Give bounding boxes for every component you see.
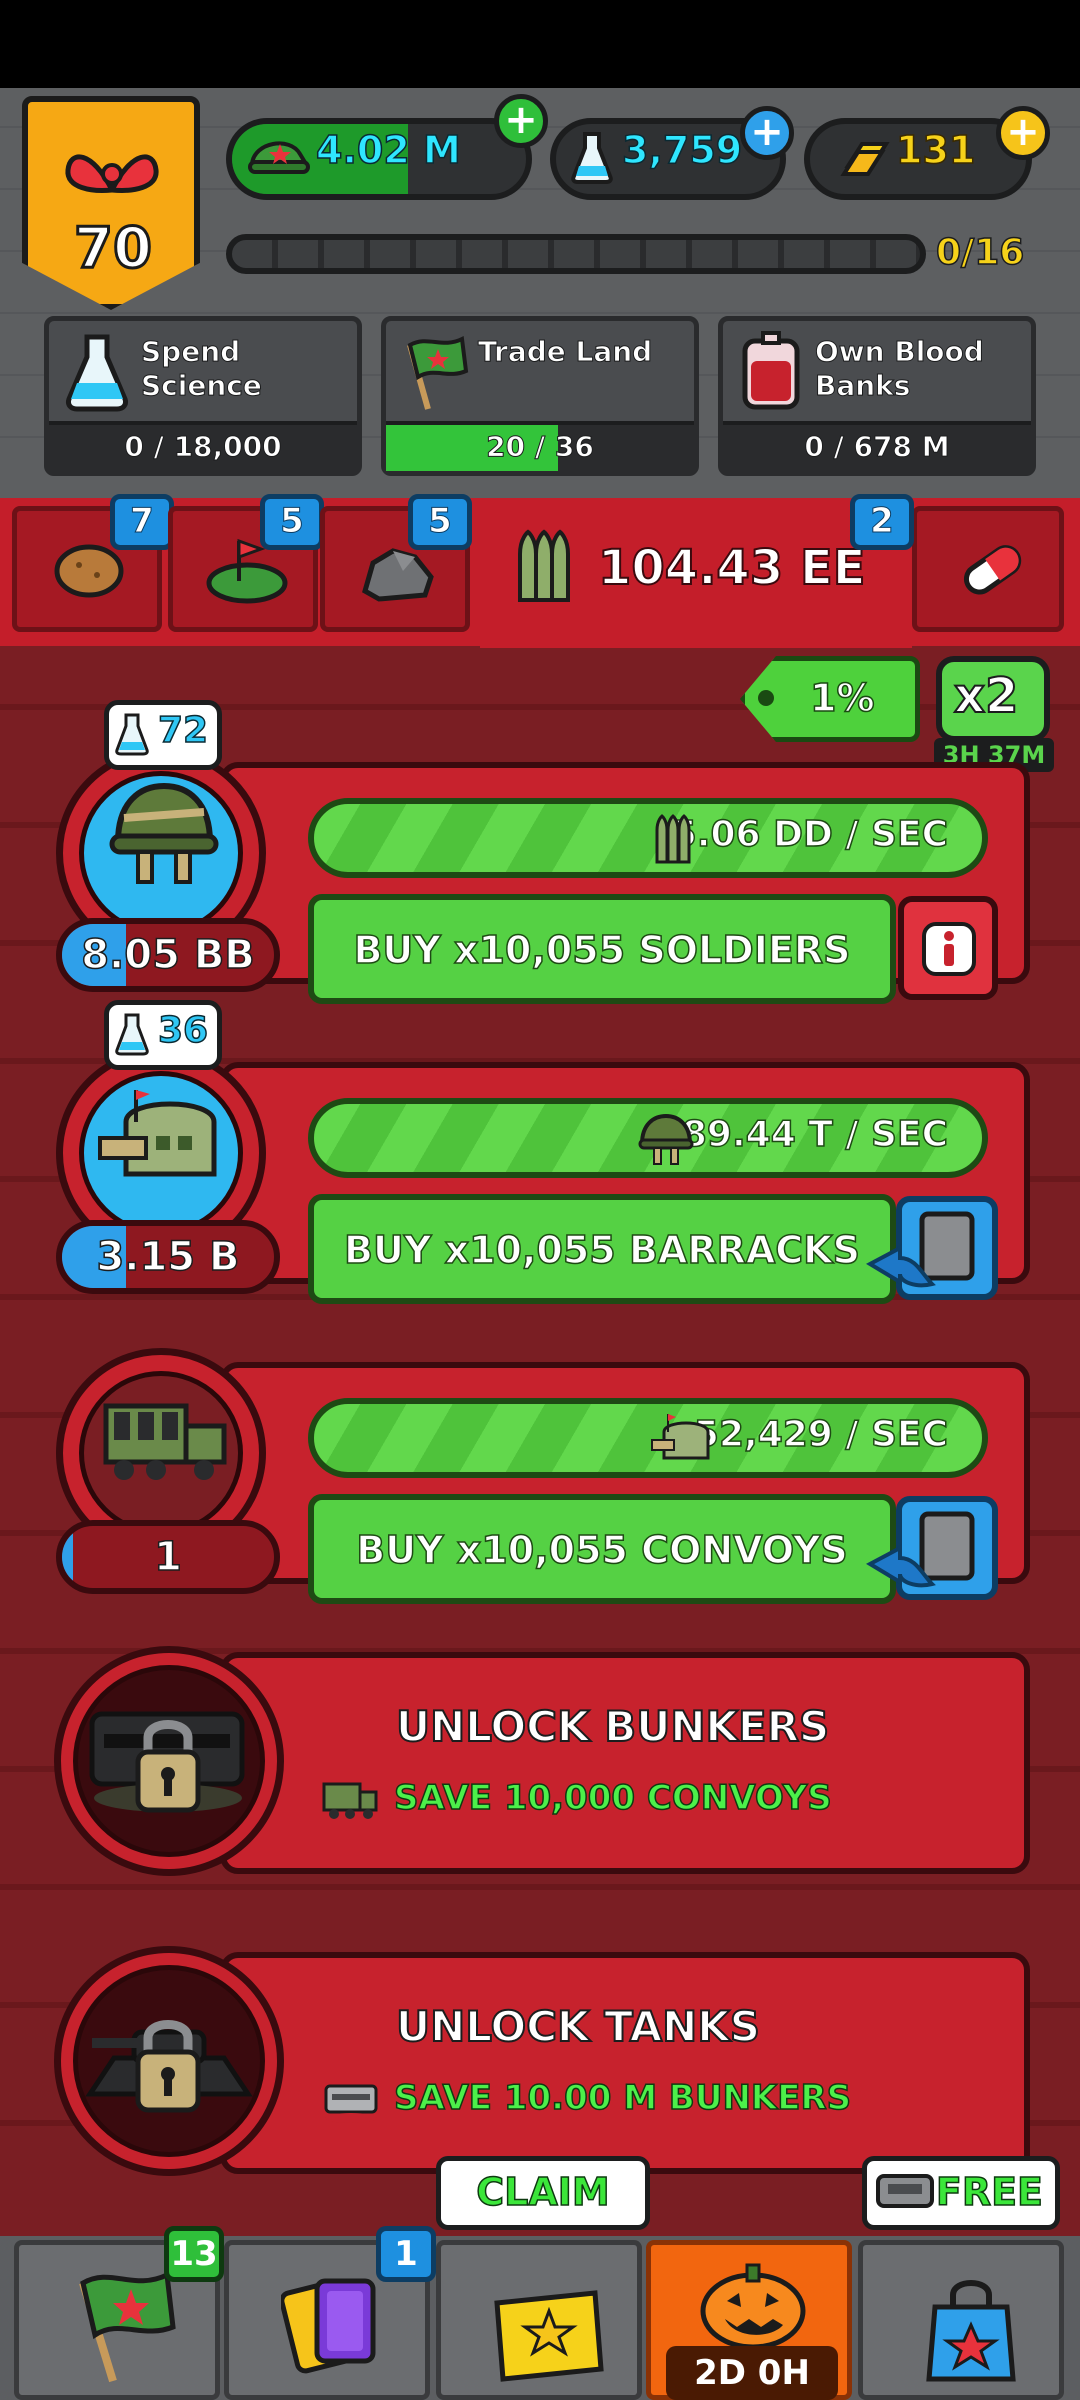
gold-bar-icon xyxy=(840,142,890,176)
auto-buy-icon xyxy=(866,1511,975,1588)
buy-convoys-label: BUY x10,055 CONVOYS xyxy=(355,1527,848,1573)
goal-label: Trade Land xyxy=(478,335,653,369)
goal-card-spend-science[interactable]: Spend Science 0 / 18,000 xyxy=(44,316,362,476)
cash-plus-button[interactable]: + xyxy=(494,94,548,148)
bunker-icon xyxy=(876,2174,934,2208)
buy-soldiers-button[interactable]: BUY x10,055 SOLDIERS xyxy=(308,894,896,1004)
xp-bar xyxy=(226,234,926,274)
claim-tag[interactable]: CLAIM xyxy=(436,2156,650,2230)
barracks-icon xyxy=(98,1090,217,1177)
goal-progress-text: 0 / 18,000 xyxy=(124,430,282,464)
multiplier-percent: 1% xyxy=(809,675,875,721)
tag-hole xyxy=(758,690,774,706)
barracks-count-pill: 3.15 B xyxy=(56,1220,280,1294)
flask-icon xyxy=(115,1013,149,1056)
goal-card-trade-land[interactable]: Trade Land 20 / 36 xyxy=(381,316,699,476)
blood-bag-icon xyxy=(742,331,800,410)
tank-lock-icon xyxy=(85,2020,253,2113)
nav-claim[interactable] xyxy=(436,2240,642,2400)
science-plus-button[interactable]: + xyxy=(740,106,794,160)
tab-badge: 5 xyxy=(408,494,472,550)
auto-buy-icon xyxy=(866,1211,975,1288)
wings-icon xyxy=(65,154,159,193)
goal-progress-text: 0 / 678 M xyxy=(804,430,950,464)
ticket-star-icon xyxy=(494,2290,604,2382)
bunker-lock-icon xyxy=(89,1711,245,1813)
free-label: FREE xyxy=(935,2169,1044,2215)
ammo-icon xyxy=(518,529,570,602)
goal-label: Spend Science xyxy=(141,335,263,403)
science-cost: 72 xyxy=(157,709,209,752)
bunker-icon xyxy=(324,2084,378,2123)
flask-icon xyxy=(571,132,613,184)
goal-label: Own Blood Banks xyxy=(815,335,985,403)
nav-cards-badge: 1 xyxy=(376,2226,436,2282)
science-cost: 36 xyxy=(157,1009,209,1052)
buy-barracks-button[interactable]: BUY x10,055 BARRACKS xyxy=(308,1194,896,1304)
gold-value: 131 xyxy=(895,127,976,173)
soldiers-count-pill: 8.05 BB xyxy=(56,918,280,992)
tab-badge: 2 xyxy=(850,494,914,550)
barracks-rate: 289.44 T / SEC xyxy=(656,1113,949,1156)
soldiers-rate-bar: 5.06 DD / SEC xyxy=(308,798,988,878)
flag-icon xyxy=(407,335,469,410)
soldier-helmet-icon xyxy=(638,1113,694,1165)
convoys-auto-buy-button[interactable] xyxy=(866,1496,998,1600)
pill-icon xyxy=(963,545,1022,595)
buy-convoys-button[interactable]: BUY x10,055 CONVOYS xyxy=(308,1494,896,1604)
barracks-count: 3.15 B xyxy=(96,1233,241,1281)
convoys-count-pill: 1 xyxy=(56,1520,280,1594)
goal-progress-text: 20 / 36 xyxy=(486,430,595,464)
convoy-truck-icon xyxy=(322,1782,378,1819)
unlock-tanks-requirement: SAVE 10.00 M BUNKERS xyxy=(393,2077,852,2119)
gold-plus-button[interactable]: + xyxy=(996,106,1050,160)
goal-progress-bar: 20 / 36 xyxy=(386,421,694,471)
unlock-tanks-panel xyxy=(220,1952,1030,2174)
tab-badge: 5 xyxy=(260,494,324,550)
convoys-rate: 52,429 / SEC xyxy=(693,1413,949,1456)
buy-soldiers-label: BUY x10,055 SOLDIERS xyxy=(353,927,852,973)
goal-progress-bar: 0 / 678 M xyxy=(723,421,1031,471)
event-timer: 2D 0H xyxy=(666,2346,838,2400)
flag-icon xyxy=(79,2271,176,2383)
status-bar xyxy=(0,0,1080,88)
soldiers-info-button[interactable] xyxy=(898,896,998,1000)
barracks-auto-buy-button[interactable] xyxy=(866,1196,998,1300)
ammo-currency-value: 104.43 EE xyxy=(597,539,867,597)
x2-boost-label: x2 xyxy=(953,667,1019,725)
barracks-icon xyxy=(651,1414,710,1460)
nav-shop[interactable] xyxy=(858,2240,1064,2400)
soldier-helmet-icon xyxy=(109,782,219,884)
soldiers-count: 8.05 BB xyxy=(80,931,255,979)
cash-value: 4.02 M xyxy=(315,127,461,173)
soldiers-rate: 5.06 DD / SEC xyxy=(671,813,949,856)
goal-card-blood-banks[interactable]: Own Blood Banks 0 / 678 M xyxy=(718,316,1036,476)
xp-progress: 0/16 xyxy=(935,231,1025,274)
unlock-bunkers-panel xyxy=(220,1652,1030,1874)
flask-icon xyxy=(115,713,149,756)
convoy-truck-icon xyxy=(103,1403,227,1480)
unlock-bunkers-title: UNLOCK BUNKERS xyxy=(395,1701,830,1752)
rank-level: 70 xyxy=(73,215,154,283)
science-value: 3,759 xyxy=(621,127,743,173)
cards-icon xyxy=(281,2278,376,2374)
convoys-rate-bar: 52,429 / SEC xyxy=(308,1398,988,1478)
nav-flag-badge: 13 xyxy=(164,2226,224,2282)
goal-progress-bar: 0 / 18,000 xyxy=(49,421,357,471)
unlock-bunkers-requirement: SAVE 10,000 CONVOYS xyxy=(393,1777,832,1819)
pumpkin-icon xyxy=(700,2263,806,2350)
shopping-bag-icon xyxy=(926,2280,1016,2382)
army-cap-icon xyxy=(248,141,310,174)
unlock-tanks-title: UNLOCK TANKS xyxy=(395,2001,761,2052)
convoys-count: 1 xyxy=(153,1533,182,1581)
flask-icon xyxy=(66,334,128,412)
tab-badge: 7 xyxy=(110,494,174,550)
buy-barracks-label: BUY x10,055 BARRACKS xyxy=(343,1227,860,1273)
info-icon xyxy=(922,922,976,976)
ammo-icon xyxy=(655,814,691,864)
tab-pills[interactable] xyxy=(912,506,1064,632)
